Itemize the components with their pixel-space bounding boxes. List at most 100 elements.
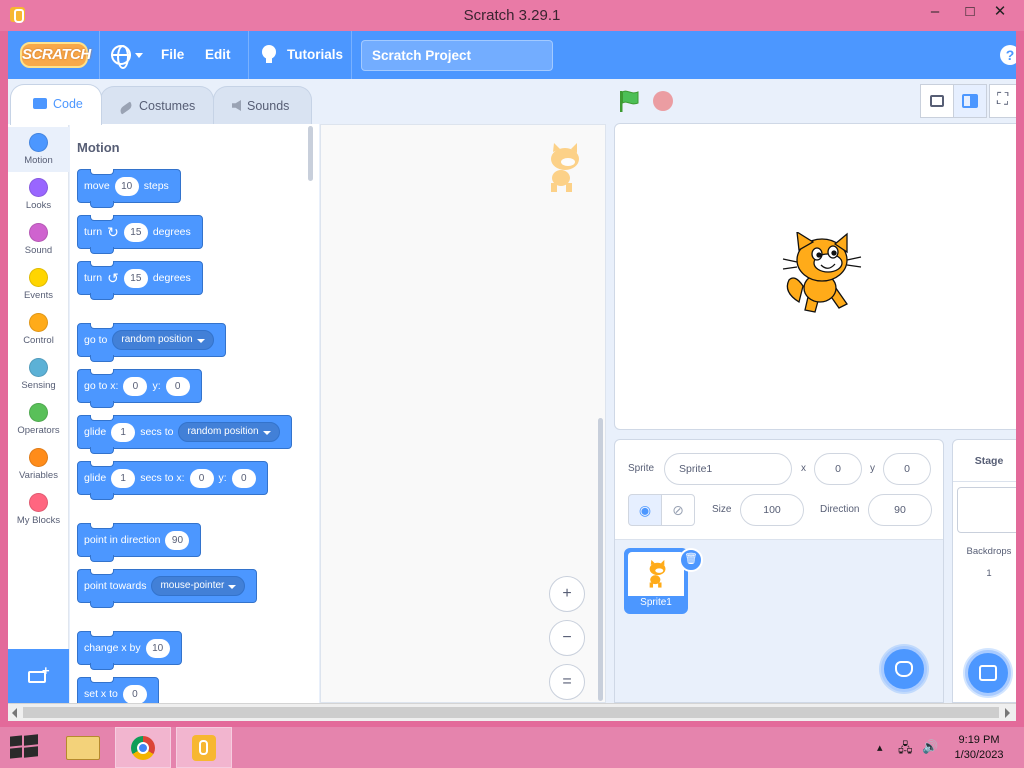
change-x-block[interactable]: change x by 10 xyxy=(77,631,182,670)
category-variables[interactable]: Variables xyxy=(8,442,69,487)
x-input[interactable]: 0 xyxy=(189,468,214,488)
steps-input[interactable]: 10 xyxy=(114,176,139,196)
block-text: turn xyxy=(84,226,103,238)
close-button[interactable]: ✕ xyxy=(985,2,1015,24)
x-input[interactable]: 0 xyxy=(814,453,862,485)
fullscreen-button[interactable]: ⛶ xyxy=(989,84,1016,118)
volume-icon[interactable]: 🔊 xyxy=(922,739,938,768)
delete-sprite-icon[interactable]: 🗑 xyxy=(679,548,703,572)
category-motion[interactable]: Motion xyxy=(8,127,69,172)
script-scrollbar[interactable] xyxy=(598,418,603,701)
scratch-taskbar-button[interactable] xyxy=(176,727,232,768)
choose-backdrop-button[interactable] xyxy=(965,650,1011,696)
zoom-out-button[interactable]: − xyxy=(549,620,585,656)
network-icon[interactable]: 🖧 xyxy=(898,739,913,768)
go-to-xy-block[interactable]: go to x: 0 y: 0 xyxy=(77,369,202,408)
target-dropdown[interactable]: random position xyxy=(112,330,214,350)
y-input[interactable]: 0 xyxy=(165,376,190,396)
code-blocks-icon xyxy=(33,98,47,109)
block-text: set x to xyxy=(84,688,118,700)
category-my-blocks[interactable]: My Blocks xyxy=(8,487,69,532)
chrome-taskbar-button[interactable] xyxy=(115,727,171,768)
palette-scrollbar[interactable] xyxy=(308,126,313,181)
block-text: turn xyxy=(84,272,103,284)
direction-input[interactable]: 90 xyxy=(165,530,190,550)
x-input[interactable]: 0 xyxy=(122,684,147,703)
chevron-down-icon[interactable] xyxy=(135,53,143,58)
go-to-block[interactable]: go to random position xyxy=(77,323,226,362)
small-stage-button[interactable] xyxy=(920,84,954,118)
tab-sounds[interactable]: Sounds xyxy=(213,86,312,124)
stop-icon[interactable] xyxy=(653,91,673,111)
title-bar: Scratch 3.29.1 – □ ✕ xyxy=(0,0,1024,31)
category-looks[interactable]: Looks xyxy=(8,172,69,217)
sprite-tile[interactable]: Sprite1 🗑 xyxy=(624,548,703,614)
y-input[interactable]: 0 xyxy=(231,468,256,488)
turn-left-block[interactable]: turn ↺ 15 degrees xyxy=(77,261,203,300)
scroll-right-icon[interactable] xyxy=(1005,708,1010,718)
file-menu[interactable]: File xyxy=(161,31,184,79)
show-sprite-button[interactable]: ◉ xyxy=(628,494,662,526)
hide-sprite-button[interactable]: ⊘ xyxy=(661,494,695,526)
help-icon[interactable]: ? xyxy=(1000,45,1016,65)
stage-canvas[interactable] xyxy=(614,123,1016,430)
add-extension-button[interactable]: + xyxy=(8,649,69,703)
category-label: Control xyxy=(23,335,54,346)
maximize-button[interactable]: □ xyxy=(955,2,985,24)
stage-selector[interactable]: Stage Backdrops 1 xyxy=(952,439,1016,703)
point-in-direction-block[interactable]: point in direction 90 xyxy=(77,523,202,562)
x-input[interactable]: 10 xyxy=(145,638,170,658)
file-explorer-taskbar-button[interactable] xyxy=(56,727,112,768)
move-steps-block[interactable]: move 10 steps xyxy=(77,169,181,208)
normal-stage-button[interactable] xyxy=(953,84,987,118)
category-sensing[interactable]: Sensing xyxy=(8,352,69,397)
set-x-block[interactable]: set x to 0 xyxy=(77,677,159,703)
scratch-logo[interactable]: SCRATCH xyxy=(20,42,91,68)
project-title-input[interactable]: Scratch Project xyxy=(361,40,553,71)
direction-input[interactable]: 90 xyxy=(868,494,932,526)
degrees-input[interactable]: 15 xyxy=(123,268,148,288)
minimize-button[interactable]: – xyxy=(920,2,950,24)
direction-label: Direction xyxy=(820,504,860,515)
secs-input[interactable]: 1 xyxy=(111,468,136,488)
zoom-reset-button[interactable]: = xyxy=(549,664,585,700)
scroll-left-icon[interactable] xyxy=(12,708,17,718)
choose-sprite-button[interactable] xyxy=(881,646,927,692)
backdrop-thumbnail[interactable] xyxy=(957,487,1016,533)
lightbulb-icon[interactable] xyxy=(262,45,276,63)
block-text: point towards xyxy=(84,580,147,592)
cat-sprite[interactable] xyxy=(777,232,863,322)
language-globe-icon[interactable] xyxy=(111,45,131,69)
scroll-thumb[interactable] xyxy=(23,707,999,718)
category-operators[interactable]: Operators xyxy=(8,397,69,442)
degrees-input[interactable]: 15 xyxy=(123,222,148,242)
tutorials-button[interactable]: Tutorials xyxy=(287,31,343,79)
category-sound[interactable]: Sound xyxy=(8,217,69,262)
block-text: degrees xyxy=(152,226,191,238)
turn-right-block[interactable]: turn ↻ 15 degrees xyxy=(77,215,203,254)
zoom-in-button[interactable]: + xyxy=(549,576,585,612)
sprite-name-input[interactable]: Sprite1 xyxy=(664,453,792,485)
target-dropdown[interactable]: random position xyxy=(178,422,280,442)
size-input[interactable]: 100 xyxy=(740,494,804,526)
green-flag-icon[interactable] xyxy=(619,90,639,112)
tab-code[interactable]: Code xyxy=(10,84,102,125)
point-towards-block[interactable]: point towards mouse-pointer xyxy=(77,569,258,608)
secs-input[interactable]: 1 xyxy=(111,422,136,442)
glide-to-block[interactable]: glide 1 secs to random position xyxy=(77,415,292,454)
category-control[interactable]: Control xyxy=(8,307,69,352)
show-hidden-icons[interactable]: ▴ xyxy=(877,741,883,768)
block-text: go to x: xyxy=(84,380,119,392)
script-area[interactable]: + − = xyxy=(320,124,606,703)
horizontal-scrollbar[interactable] xyxy=(8,703,1016,721)
motion-dot-icon xyxy=(29,133,48,152)
target-dropdown[interactable]: mouse-pointer xyxy=(151,576,246,596)
y-input[interactable]: 0 xyxy=(883,453,931,485)
system-clock[interactable]: 9:19 PM 1/30/2023 xyxy=(944,733,1014,763)
windows-start-button[interactable] xyxy=(10,734,38,760)
glide-to-xy-block[interactable]: glide 1 secs to x: 0 y: 0 xyxy=(77,461,268,500)
x-input[interactable]: 0 xyxy=(123,376,148,396)
category-events[interactable]: Events xyxy=(8,262,69,307)
edit-menu[interactable]: Edit xyxy=(205,31,231,79)
tab-costumes[interactable]: Costumes xyxy=(100,86,214,124)
